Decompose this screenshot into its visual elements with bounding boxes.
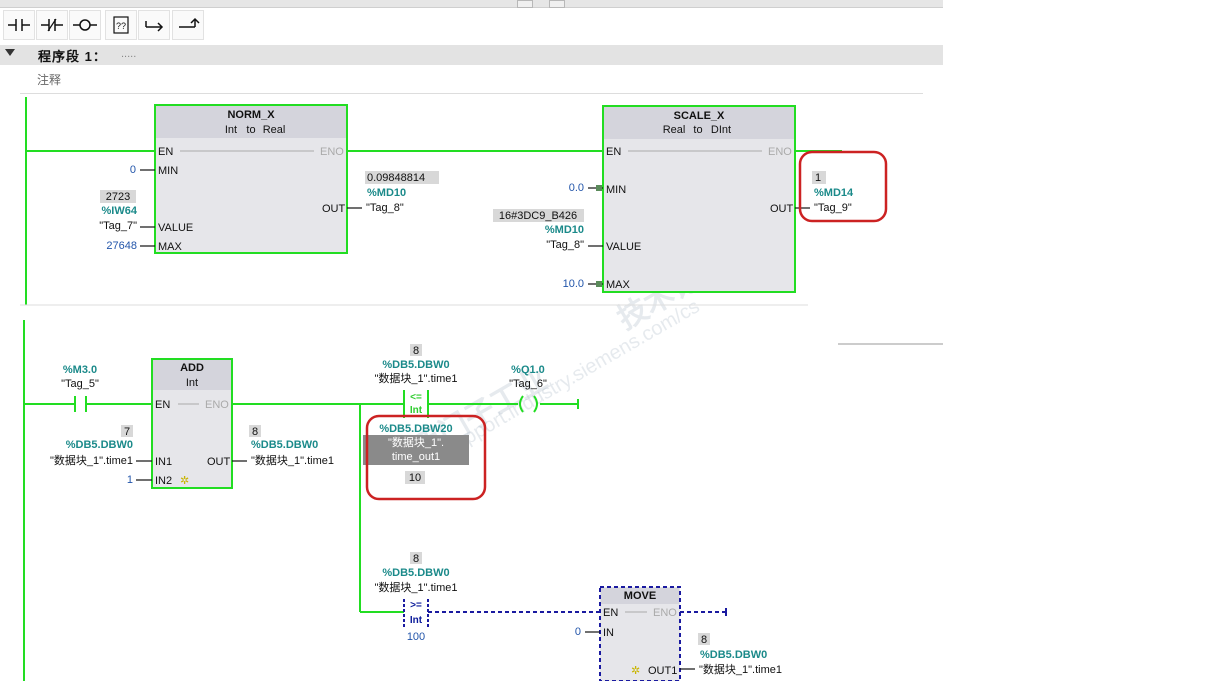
norm-x-out: OUT (322, 203, 346, 215)
add-in1: IN1 (155, 456, 172, 468)
add-in2-value[interactable]: 1 (127, 474, 133, 486)
scale-value-tag[interactable]: "Tag_8" (546, 239, 584, 251)
cmp-ge-top-live: 8 (413, 553, 419, 565)
norm-x-max: MAX (158, 241, 183, 253)
move-in-value[interactable]: 0 (575, 626, 581, 638)
norm-out-live: 0.09848814 (367, 172, 425, 184)
cmp-ge-top-addr[interactable]: %DB5.DBW0 (382, 567, 449, 579)
add-out: OUT (207, 456, 231, 468)
cmp-le-bot-live: 10 (409, 472, 421, 484)
cmp-le-top-tag[interactable]: "数据块_1".time1 (375, 371, 458, 385)
move-title: MOVE (624, 590, 656, 602)
scale-x-value: VALUE (606, 241, 641, 253)
add-out-tag[interactable]: "数据块_1".time1 (251, 453, 334, 467)
norm-x-eno: ENO (320, 146, 344, 158)
cmp-ge-contact[interactable]: >= Int (403, 599, 429, 627)
scale-out-addr[interactable]: %MD14 (814, 187, 854, 199)
scale-x-type2: DInt (711, 124, 731, 136)
m30-tag[interactable]: "Tag_5" (61, 378, 99, 390)
scale-x-title: SCALE_X (674, 110, 725, 122)
cmp-ge-bot-value[interactable]: 100 (407, 631, 425, 643)
add-block[interactable]: ADD Int EN ENO IN1 IN2 ✲ OUT (151, 358, 233, 489)
cmp-ge-top-tag[interactable]: "数据块_1".time1 (375, 580, 458, 594)
add-title: ADD (180, 362, 204, 374)
norm-x-title: NORM_X (227, 109, 275, 121)
cmp-le-bot-addr[interactable]: %DB5.DBW20 (379, 423, 452, 435)
cmp-le-top-live: 8 (413, 345, 419, 357)
scale-x-block[interactable]: SCALE_X Real to DInt EN ENO MIN VALUE MA… (602, 105, 796, 293)
norm-x-type1: Int (225, 124, 237, 136)
move-out-live: 8 (701, 634, 707, 646)
scale-out-tag[interactable]: "Tag_9" (814, 202, 852, 214)
scale-out-live: 1 (815, 172, 821, 184)
move-out-tag[interactable]: "数据块_1".time1 (699, 662, 782, 676)
cmp-le-bot-tag-1: "数据块_1". (388, 435, 444, 449)
q10-addr[interactable]: %Q1.0 (511, 364, 545, 376)
add-out-live: 8 (252, 426, 258, 438)
scale-x-to: to (693, 124, 702, 136)
scale-min-value[interactable]: 0.0 (569, 182, 584, 194)
move-eno: ENO (653, 607, 677, 619)
move-en: EN (603, 607, 618, 619)
norm-x-to: to (246, 124, 255, 136)
norm-x-block[interactable]: NORM_X Int to Real EN ENO MIN VALUE MAX … (154, 104, 348, 254)
cmp-le-type: Int (410, 405, 423, 416)
add-type: Int (186, 377, 198, 389)
cmp-le-top-addr[interactable]: %DB5.DBW0 (382, 359, 449, 371)
norm-min-value[interactable]: 0 (130, 164, 136, 176)
norm-x-en: EN (158, 146, 173, 158)
norm-value-live: 2723 (106, 191, 130, 203)
cmp-le-bot-tag-2: time_out1 (392, 451, 440, 463)
scale-x-en: EN (606, 146, 621, 158)
cmp-le-contact[interactable]: <= Int (403, 390, 429, 418)
cmp-ge-type: Int (410, 615, 423, 626)
norm-out-addr[interactable]: %MD10 (367, 187, 406, 199)
ladder-diagram: 西门子工业 技术论坛 support.industry.siemens.com/… (20, 97, 943, 681)
move-block[interactable]: MOVE EN ENO IN ✲ OUT1 (599, 586, 681, 681)
move-in: IN (603, 627, 614, 639)
scale-value-addr[interactable]: %MD10 (545, 224, 584, 236)
add-in2: IN2 (155, 475, 172, 487)
scale-x-eno: ENO (768, 146, 792, 158)
norm-out-tag[interactable]: "Tag_8" (366, 202, 404, 214)
norm-x-value: VALUE (158, 222, 193, 234)
add-eno: ENO (205, 399, 229, 411)
m30-addr[interactable]: %M3.0 (63, 364, 97, 376)
cmp-le-op: <= (410, 392, 422, 403)
add-in1-addr[interactable]: %DB5.DBW0 (66, 439, 133, 451)
move-out1-star-icon[interactable]: ✲ (631, 665, 640, 677)
add-in1-live: 7 (124, 426, 130, 438)
move-out-addr[interactable]: %DB5.DBW0 (700, 649, 767, 661)
norm-value-tag[interactable]: "Tag_7" (99, 220, 137, 232)
scale-x-out: OUT (770, 203, 794, 215)
watermark-text-3: support.industry.siemens.com/cs (442, 295, 704, 459)
norm-x-type2: Real (263, 124, 286, 136)
q10-tag[interactable]: "Tag_6" (509, 378, 547, 390)
scale-value-live: 16#3DC9_B426 (499, 210, 577, 222)
norm-max-value[interactable]: 27648 (106, 240, 137, 252)
scale-x-type1: Real (663, 124, 686, 136)
norm-value-addr[interactable]: %IW64 (102, 205, 138, 217)
cmp-ge-op: >= (410, 600, 422, 611)
add-in1-tag[interactable]: "数据块_1".time1 (50, 453, 133, 467)
scale-x-min: MIN (606, 184, 626, 196)
norm-x-min: MIN (158, 165, 178, 177)
add-in2-star-icon[interactable]: ✲ (180, 475, 189, 487)
scale-max-value[interactable]: 10.0 (563, 278, 584, 290)
move-out1: OUT1 (648, 665, 677, 677)
add-en: EN (155, 399, 170, 411)
scale-x-max: MAX (606, 279, 631, 291)
add-out-addr[interactable]: %DB5.DBW0 (251, 439, 318, 451)
